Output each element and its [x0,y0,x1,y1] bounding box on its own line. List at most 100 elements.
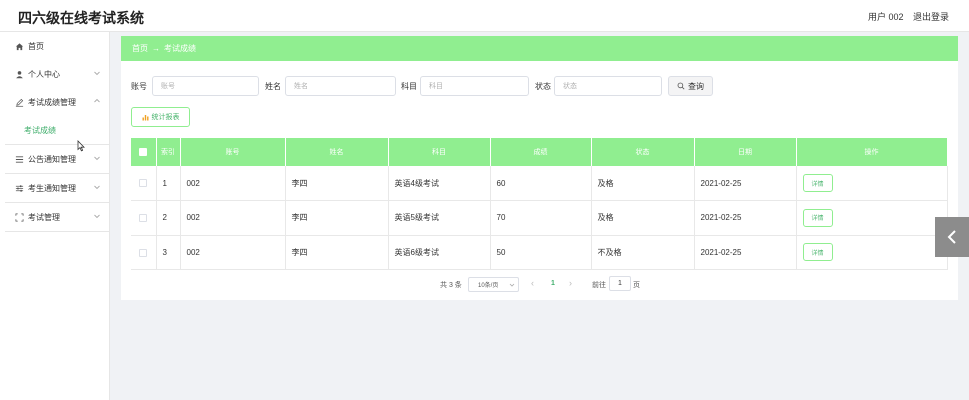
current-page-number[interactable]: 1 [551,280,555,287]
score-cell: 70 [490,200,592,236]
query-button[interactable]: 查询 [668,76,713,96]
row-checkbox[interactable] [139,214,148,223]
subject-filter-input[interactable] [420,76,529,96]
user-icon [14,69,24,79]
date-cell: 2021-02-25 [694,200,797,236]
sidebar-item-candidate-notice-management[interactable]: 考生通知管理 [0,174,109,202]
home-icon [14,41,24,51]
mouse-cursor-icon [77,140,85,152]
sidebar: 首页 个人中心 考试成绩管理 考试成绩 公告通知管理 考生通知管理 考试管理 [0,32,110,400]
logout-link[interactable]: 退出登录 [913,10,949,23]
goto-page-input[interactable] [609,276,631,291]
breadcrumb-separator: → [152,44,160,53]
name-filter-input[interactable] [285,76,396,96]
breadcrumb-current: 考试成绩 [164,44,196,53]
subject-cell: 英语5级考试 [388,200,491,236]
page-size-value: 10条/页 [478,283,499,289]
stats-report-label: 统计报表 [151,114,180,121]
sidebar-item-label: 考生通知管理 [28,183,76,193]
account-cell: 002 [180,166,286,201]
status-cell: 不及格 [591,235,695,270]
scores-table: 索引 账号 姓名 科目 成绩 状态 日期 操作 1 002 李四 英语4级考试 … [131,138,948,270]
chevron-down-icon [93,212,101,220]
score-cell: 60 [490,166,592,201]
query-button-label: 查询 [688,81,704,91]
name-cell: 李四 [285,200,389,236]
name-filter-label: 姓名 [265,82,281,91]
sidebar-subitem-exam-scores[interactable]: 考试成绩 [0,116,109,144]
edit-icon [14,97,24,107]
chevron-left-icon [947,230,956,244]
sidebar-item-label: 个人中心 [28,69,60,79]
sidebar-item-label: 考试成绩管理 [28,97,76,107]
status-filter-label: 状态 [535,82,551,91]
account-filter-input[interactable] [152,76,259,96]
column-header: 操作 [796,138,948,166]
column-header[interactable]: 日期 [694,138,797,166]
column-header[interactable]: 状态 [591,138,695,166]
action-cell: 详情 [796,166,948,201]
sidebar-item-label: 首页 [28,41,44,51]
subject-cell: 英语4级考试 [388,166,491,201]
page-size-select[interactable]: 10条/页 [468,277,519,292]
detail-button[interactable]: 详情 [802,174,833,192]
name-cell: 李四 [285,166,389,201]
row-checkbox[interactable] [139,248,148,257]
action-cell: 详情 [796,200,948,236]
detail-button[interactable]: 详情 [802,243,833,262]
account-filter-label: 账号 [131,82,147,91]
index-cell: 2 [156,200,181,236]
column-header[interactable]: 账号 [180,138,286,166]
index-cell: 3 [156,235,181,270]
sidebar-item-personal-center[interactable]: 个人中心 [0,60,109,88]
row-select-cell [131,235,157,270]
row-select-cell [131,200,157,236]
sidebar-divider [5,231,110,232]
row-select-cell [131,166,157,201]
sidebar-item-announcement-management[interactable]: 公告通知管理 [0,145,109,173]
action-cell: 详情 [796,235,948,270]
chevron-down-icon [509,282,515,288]
sidebar-item-score-management[interactable]: 考试成绩管理 [0,88,109,116]
page-suffix-label: 页 [633,282,640,289]
select-all-cell [131,138,157,166]
account-cell: 002 [180,235,286,270]
chevron-down-icon [93,154,101,162]
current-user-label: 用户 002 [868,12,904,22]
column-header[interactable]: 姓名 [285,138,389,166]
search-icon [677,82,685,90]
app-title: 四六级在线考试系统 [18,10,144,26]
sidebar-item-home[interactable]: 首页 [0,32,109,60]
column-header[interactable]: 成绩 [490,138,592,166]
status-cell: 及格 [591,166,695,201]
status-filter-input[interactable] [554,76,662,96]
column-header[interactable]: 索引 [156,138,181,166]
detail-button[interactable]: 详情 [802,208,833,227]
name-cell: 李四 [285,235,389,270]
top-header: 四六级在线考试系统 用户 002 退出登录 [0,0,969,32]
index-cell: 1 [156,166,181,201]
prev-page-button[interactable]: ‹ [531,278,534,288]
next-page-button[interactable]: › [569,278,572,288]
table-row: 3 002 李四 英语6级考试 50 不及格 2021-02-25 详情 [131,235,948,270]
goto-label: 前往 [592,282,606,289]
chevron-down-icon [93,69,101,77]
subject-filter-label: 科目 [401,82,417,91]
list-icon [14,154,24,164]
sidebar-item-label: 公告通知管理 [28,154,76,164]
sidebar-item-exam-management[interactable]: 考试管理 [0,203,109,231]
column-header[interactable]: 科目 [388,138,491,166]
subject-cell: 英语6级考试 [388,235,491,270]
row-checkbox[interactable] [139,179,148,188]
status-cell: 及格 [591,200,695,236]
select-all-checkbox[interactable] [139,148,148,156]
date-cell: 2021-02-25 [694,235,797,270]
side-collapse-button[interactable] [935,217,969,257]
table-row: 2 002 李四 英语5级考试 70 及格 2021-02-25 详情 [131,200,948,236]
stats-report-button[interactable]: 统计报表 [131,107,190,127]
pagination-total: 共 3 条 [440,282,462,289]
table-header-row: 索引 账号 姓名 科目 成绩 状态 日期 操作 [131,138,948,166]
table-row: 1 002 李四 英语4级考试 60 及格 2021-02-25 详情 [131,166,948,201]
breadcrumb-home[interactable]: 首页 [132,43,148,54]
score-cell: 50 [490,235,592,270]
